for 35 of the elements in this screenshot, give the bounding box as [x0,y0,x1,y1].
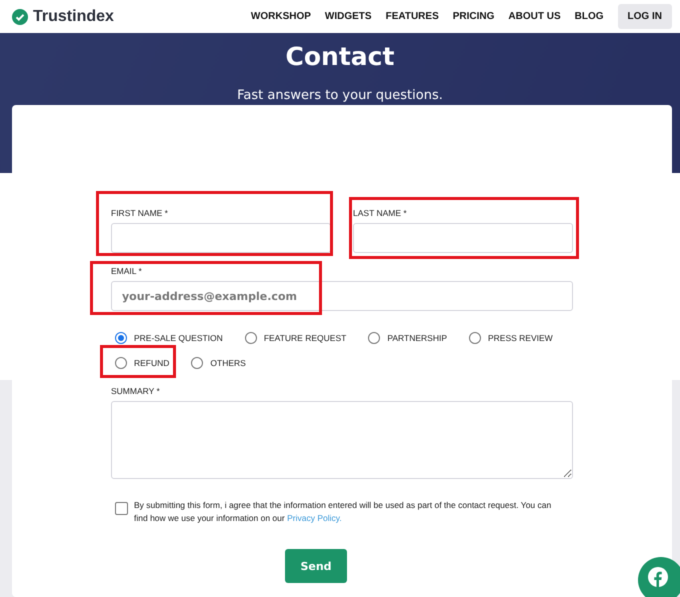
facebook-icon [648,567,668,587]
radio-option[interactable]: PARTNERSHIP [368,332,447,344]
radio-button[interactable] [468,332,481,344]
radio-option[interactable]: REFUND [115,357,170,369]
chat-bubble[interactable] [638,557,680,597]
nav-link[interactable]: FEATURES [386,11,439,22]
field-label: LAST NAME * [353,208,408,218]
send-button[interactable]: Send [285,549,347,583]
radio-button[interactable] [115,332,127,344]
text-input[interactable] [353,223,573,253]
radio-button[interactable] [115,357,127,369]
text-input[interactable] [111,223,331,253]
field-label: FIRST NAME * [111,208,169,218]
radio-button[interactable] [368,332,380,344]
radio-button[interactable] [191,357,204,369]
radio-option[interactable]: OTHERS [191,357,246,369]
field-label: SUMMARY * [111,386,161,396]
nav-link[interactable]: BLOG [574,11,604,22]
brand-name: Trustindex [33,8,114,26]
radio-option[interactable]: PRE-SALE QUESTION [115,332,223,344]
radio-button[interactable] [244,332,257,344]
field-label: EMAIL * [111,266,143,276]
nav-link[interactable]: WIDGETS [324,11,372,22]
nav-link[interactable]: PRICING [452,11,494,22]
check-circle-icon [12,8,28,24]
nav-link[interactable]: WORKSHOP [250,11,311,22]
page-subtitle: Fast answers to your questions. [237,88,443,103]
consent-checkbox[interactable] [115,502,128,515]
nav-link[interactable]: ABOUT US [508,11,561,22]
consent-text: By submitting this form, i agree that the information entered will be used as part of the contact request. You can find how we use your information on our Privacy Policy. [134,499,552,525]
radio-option[interactable]: FEATURE REQUEST [244,332,346,344]
radio-option[interactable]: PRESS REVIEW [468,332,553,344]
login-button[interactable]: LOG IN [618,4,672,29]
page-title: Contact [286,42,394,71]
email-input[interactable]: your-address@example.com [111,281,573,311]
